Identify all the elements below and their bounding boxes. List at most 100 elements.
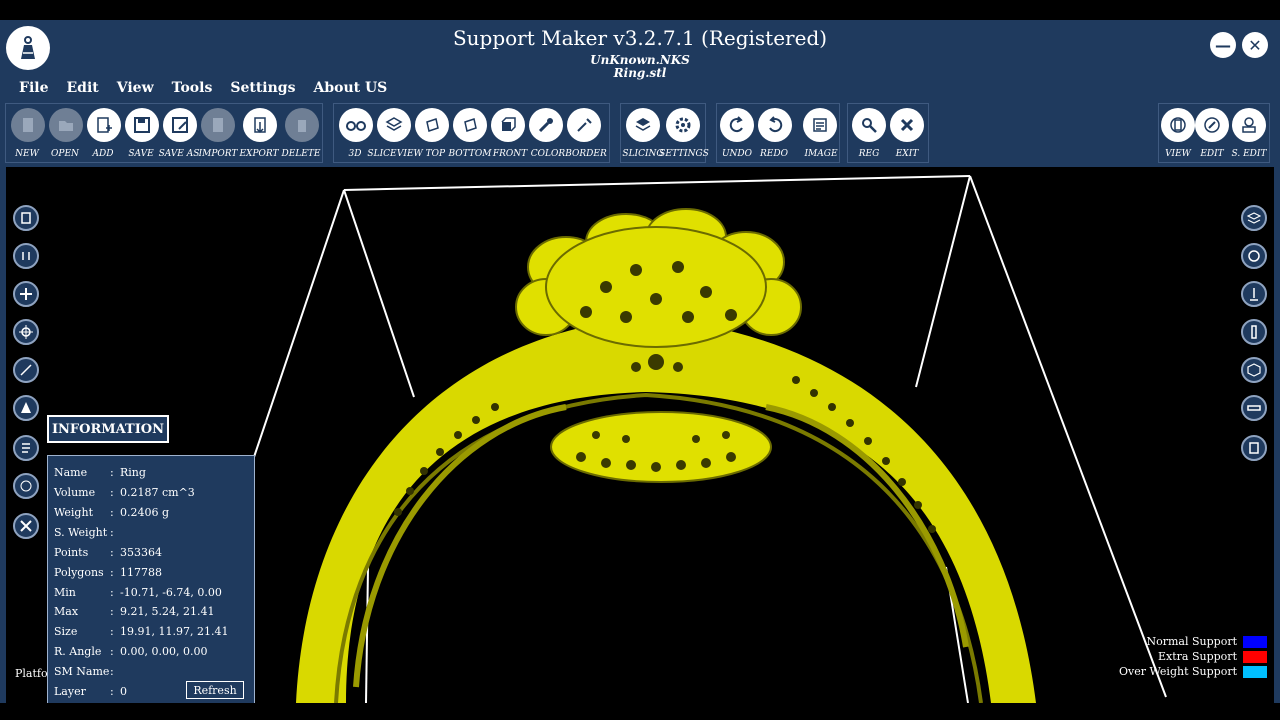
add-label: ADD (92, 149, 114, 159)
menu-bar: File Edit View Tools Settings About US (0, 78, 387, 100)
undo-label: UNDO (721, 149, 753, 159)
exit-label: EXIT (895, 149, 919, 159)
tools-icon[interactable] (13, 513, 39, 539)
view-group: 3D SLICE VIEW TOP BOTTOM FRONT COLOR BOR… (333, 103, 610, 163)
menu-view[interactable]: View (99, 78, 154, 100)
info-row: S. Weight: (54, 526, 114, 539)
settings-gear-icon[interactable] (666, 108, 700, 142)
add-button[interactable] (87, 108, 121, 142)
3d-viewport[interactable]: INFORMATION Name: Ring Volume:0.2187 cm^3… (6, 167, 1274, 703)
horizontal-bar-icon[interactable] (1241, 395, 1267, 421)
info-row: SM Name: (54, 665, 114, 678)
center-icon[interactable] (13, 319, 39, 345)
new-label: NEW (15, 149, 39, 159)
menu-about[interactable]: About US (295, 78, 387, 100)
info-row: R. Angle:0.00, 0.00, 0.00 (54, 645, 208, 658)
cube-icon[interactable] (1241, 357, 1267, 383)
text-icon[interactable] (13, 473, 39, 499)
title-bar: Support Maker v3.2.7.1 (Registered) UnKn… (0, 20, 1280, 80)
settings-label: SETTINGS (659, 149, 709, 159)
export-button[interactable] (243, 108, 277, 142)
legend-normal-support: Normal Support (1146, 635, 1267, 648)
information-panel: Name: Ring Volume:0.2187 cm^3 Weight:0.24… (47, 455, 255, 703)
file-group: NEW OPEN ADD SAVE SAVE AS IMPORT EXPORT … (5, 103, 323, 163)
border-button[interactable] (567, 108, 601, 142)
exit-icon[interactable] (890, 108, 924, 142)
extra-support-swatch (1243, 650, 1267, 663)
reg-icon[interactable] (852, 108, 886, 142)
view-icon[interactable] (1161, 108, 1195, 142)
info-row: Polygons:117788 (54, 566, 162, 579)
refresh-button[interactable]: Refresh (186, 681, 244, 699)
view-top-button[interactable] (415, 108, 449, 142)
new-button[interactable] (11, 108, 45, 142)
info-row: Name: Ring (54, 466, 146, 479)
redo-icon[interactable] (758, 108, 792, 142)
report-icon[interactable] (13, 435, 39, 461)
info-row: Weight:0.2406 g (54, 506, 170, 519)
info-row: Points:353364 (54, 546, 162, 559)
right-group: VIEW EDIT S. EDIT (1158, 103, 1270, 163)
menu-edit[interactable]: Edit (48, 78, 98, 100)
slicing-label: SLICING (622, 149, 664, 159)
s-edit-icon[interactable] (1232, 108, 1266, 142)
3d-label: 3D (348, 149, 362, 159)
image-button[interactable] (803, 108, 837, 142)
import-button[interactable] (201, 108, 235, 142)
scale-icon[interactable] (13, 357, 39, 383)
redo-label: REDO (760, 149, 788, 159)
view-top-label: VIEW TOP (396, 149, 446, 159)
3d-glasses-button[interactable] (339, 108, 373, 142)
edit-group: UNDO REDO IMAGE (716, 103, 840, 163)
front-view-button[interactable] (491, 108, 525, 142)
slice-button[interactable] (377, 108, 411, 142)
reg-label: REG (858, 149, 880, 159)
undo-icon[interactable] (720, 108, 754, 142)
image-label: IMAGE (804, 149, 838, 159)
layers-icon[interactable] (1241, 205, 1267, 231)
save-button[interactable] (125, 108, 159, 142)
info-row: Size:19.91, 11.97, 21.41 (54, 625, 229, 638)
front-label: FRONT (492, 149, 528, 159)
slice-label: SLICE (367, 149, 397, 159)
project-name: UnKnown.NKS (590, 53, 690, 67)
close-button[interactable]: ✕ (1242, 32, 1268, 58)
open-button[interactable] (49, 108, 83, 142)
edit-label: EDIT (1200, 149, 1224, 159)
legend-extra-support: Extra Support (1158, 650, 1267, 663)
pillar-icon[interactable] (1241, 319, 1267, 345)
menu-tools[interactable]: Tools (154, 78, 213, 100)
save-as-button[interactable] (163, 108, 197, 142)
view-mode-icon[interactable] (1241, 243, 1267, 269)
minimize-button[interactable]: — (1210, 32, 1236, 58)
delete-button[interactable] (285, 108, 319, 142)
bottom-label: BOTTOM (448, 149, 492, 159)
list-icon[interactable] (1241, 435, 1267, 461)
information-button[interactable]: INFORMATION (47, 415, 169, 443)
save-label: SAVE (128, 149, 154, 159)
app-window: Support Maker v3.2.7.1 (Registered) UnKn… (0, 20, 1280, 703)
save-as-label: SAVE AS (158, 149, 200, 159)
bottom-view-button[interactable] (453, 108, 487, 142)
window-title: Support Maker v3.2.7.1 (Registered) (452, 26, 828, 50)
reg-group: REG EXIT (847, 103, 929, 163)
move-icon[interactable] (13, 281, 39, 307)
slicing-group: SLICING SETTINGS (620, 103, 709, 163)
menu-file[interactable]: File (0, 78, 48, 100)
export-label: EXPORT (239, 149, 279, 159)
platform-label: Platfo (15, 667, 48, 680)
slicing-button[interactable] (626, 108, 660, 142)
info-row: Max:9.21, 5.24, 21.41 (54, 605, 215, 618)
edit-icon[interactable] (1195, 108, 1229, 142)
info-row: Min: -10.71, -6.74, 0.00 (54, 586, 222, 599)
toolbar: NEW OPEN ADD SAVE SAVE AS IMPORT EXPORT … (0, 103, 1280, 165)
support-icon[interactable] (1241, 281, 1267, 307)
info-row: Volume:0.2187 cm^3 (54, 486, 195, 499)
mirror-icon[interactable] (13, 395, 39, 421)
menu-settings[interactable]: Settings (212, 78, 295, 100)
legend-over-weight-support: Over Weight Support (1119, 665, 1267, 678)
rotate-icon[interactable] (13, 243, 39, 269)
clipboard-icon[interactable] (13, 205, 39, 231)
color-button[interactable] (529, 108, 563, 142)
border-label: BORDER (565, 149, 607, 159)
